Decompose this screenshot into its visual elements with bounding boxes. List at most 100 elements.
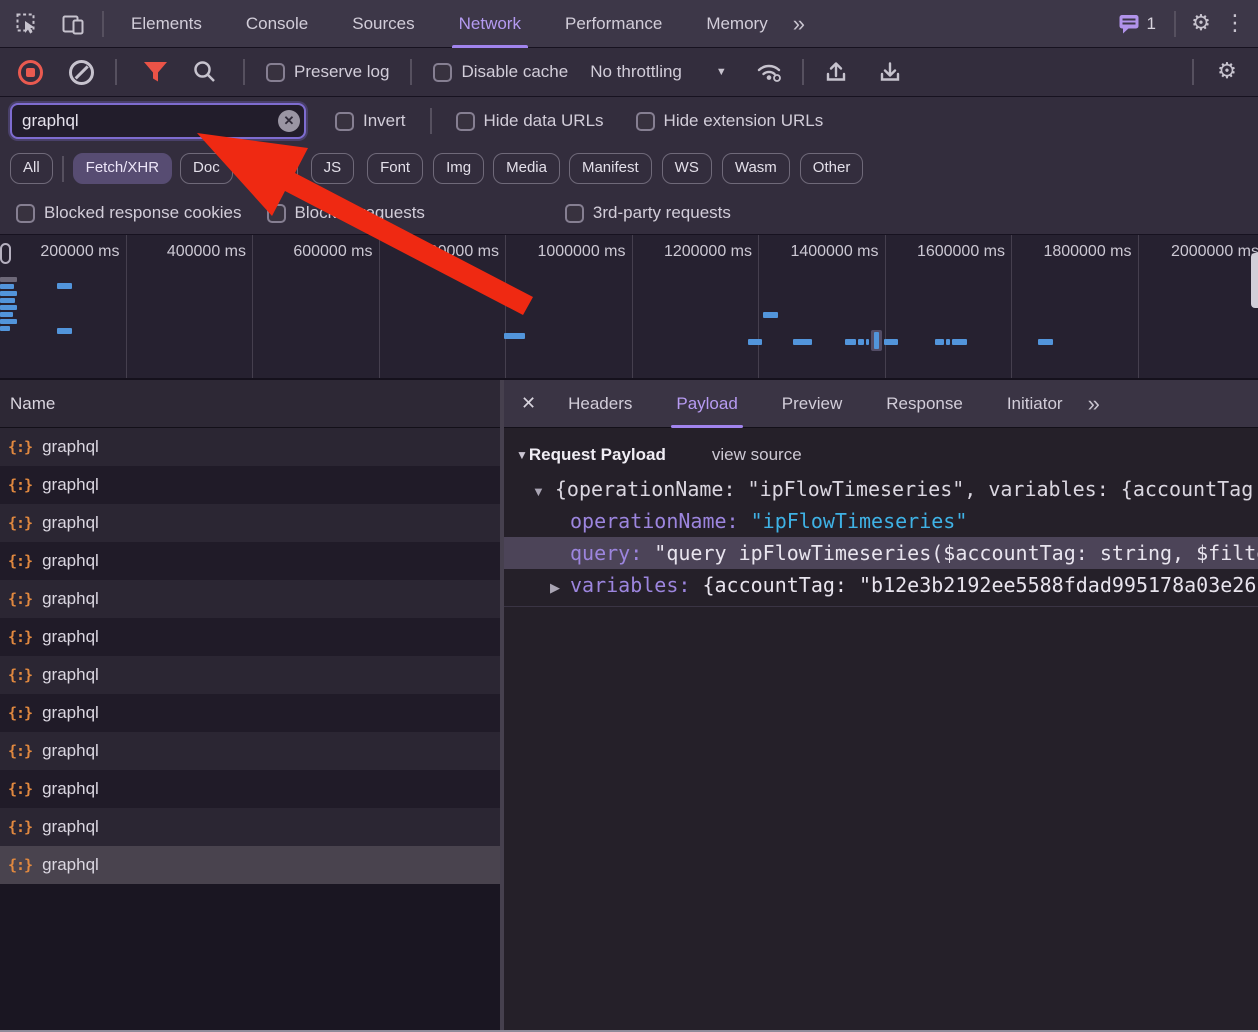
tab-headers[interactable]: Headers [553,380,647,428]
timeline-label: 1400000 ms [790,243,878,260]
request-row[interactable]: {:}graphql [0,504,500,542]
timeline-mark [763,312,778,318]
timeline-label: 600000 ms [293,243,372,260]
network-conditions-button[interactable] [753,55,787,89]
search-button[interactable] [188,55,222,89]
chip-ws[interactable]: WS [662,153,712,184]
timeline-mark [0,284,14,289]
request-row[interactable]: {:}graphql [0,618,500,656]
request-name: graphql [42,589,99,609]
request-name: graphql [42,627,99,647]
blocked-response-cookies-checkbox[interactable]: Blocked response cookies [16,203,242,223]
tab-network[interactable]: Network [444,0,536,48]
tab-elements[interactable]: Elements [116,0,217,48]
fetch-json-icon: {:} [8,704,32,722]
separator [410,59,412,85]
filter-toggle-button[interactable] [138,55,172,89]
tab-console[interactable]: Console [231,0,323,48]
separator [1192,59,1194,85]
preserve-log-checkbox[interactable]: Preserve log [266,62,389,82]
view-source-link[interactable]: view source [712,445,802,465]
timeline-column: 200000 ms [0,235,127,378]
hide-data-urls-checkbox[interactable]: Hide data URLs [456,111,604,131]
more-tabs-icon[interactable]: » [1078,391,1108,417]
throttling-dropdown[interactable]: No throttling ▼ [590,62,727,82]
timeline-left-handle[interactable] [0,243,11,264]
timeline-column: 1000000 ms [506,235,633,378]
timeline-right-handle[interactable] [1251,253,1258,308]
timeline-column: 400000 ms [127,235,254,378]
main-menu-button[interactable]: ⋮ [1218,7,1252,41]
payload-root-text: {operationName: "ipFlowTimeseries", vari… [555,477,1253,501]
request-row[interactable]: {:}graphql [0,732,500,770]
checkbox [565,204,584,223]
blocked-requests-label: Blocked requests [295,203,425,223]
invert-checkbox[interactable]: Invert [335,111,406,131]
tab-payload[interactable]: Payload [661,380,752,428]
chip-doc[interactable]: Doc [180,153,233,184]
chip-other[interactable]: Other [800,153,864,184]
request-name: graphql [42,437,99,457]
name-column-header[interactable]: Name [0,380,500,428]
tab-memory[interactable]: Memory [691,0,782,48]
timeline-label: 1600000 ms [917,243,1005,260]
payload-root-line[interactable]: ▼ {operationName: "ipFlowTimeseries", var… [504,473,1258,505]
clear-filter-button[interactable]: ✕ [278,110,300,132]
tab-response[interactable]: Response [871,380,978,428]
chip-img[interactable]: Img [433,153,484,184]
import-har-button[interactable] [819,55,853,89]
export-har-button[interactable] [873,55,907,89]
hide-extension-urls-checkbox[interactable]: Hide extension URLs [636,111,824,131]
devtools-window: Elements Console Sources Network Perform… [0,0,1258,1032]
chip-css[interactable]: CSS [241,153,298,184]
network-main-area: Name {:}graphql {:}graphql {:}graphql {:… [0,380,1258,1032]
request-row[interactable]: {:}graphql [0,580,500,618]
record-network-log-button[interactable] [18,60,43,85]
request-row[interactable]: {:}graphql [0,694,500,732]
disable-cache-checkbox[interactable]: Disable cache [433,62,568,82]
network-settings-button[interactable]: ⚙ [1210,55,1244,89]
timeline-mark [0,291,17,296]
timeline-mark [884,339,898,345]
chip-all[interactable]: All [10,153,53,184]
issues-counter[interactable]: 1 [1108,13,1166,35]
chip-wasm[interactable]: Wasm [722,153,790,184]
tab-initiator[interactable]: Initiator [992,380,1078,428]
request-name: graphql [42,551,99,571]
more-tabs-icon[interactable]: » [783,11,813,37]
request-payload-section-header[interactable]: ▼ Request Payload view source [504,428,1258,473]
settings-button[interactable]: ⚙ [1184,7,1218,41]
chip-manifest[interactable]: Manifest [569,153,652,184]
hide-extension-urls-label: Hide extension URLs [664,111,824,131]
network-overview-timeline[interactable]: 200000 ms 400000 ms 600000 ms 800000 ms … [0,235,1258,380]
timeline-mark [0,298,15,303]
request-row[interactable]: {:}graphql [0,808,500,846]
request-row-selected[interactable]: {:}graphql [0,846,500,884]
request-row[interactable]: {:}graphql [0,428,500,466]
clear-network-log-button[interactable] [69,60,94,85]
timeline-label: 2000000 ms [1171,243,1258,260]
tab-sources[interactable]: Sources [337,0,429,48]
request-name: graphql [42,817,99,837]
device-toolbar-button[interactable] [56,7,90,41]
tab-performance[interactable]: Performance [550,0,677,48]
request-row[interactable]: {:}graphql [0,542,500,580]
chip-media[interactable]: Media [493,153,560,184]
chip-fetch-xhr[interactable]: Fetch/XHR [73,153,172,184]
request-row[interactable]: {:}graphql [0,770,500,808]
payload-variables-line[interactable]: ▶variables: {accountTag: "b12e3b2192ee55… [504,569,1258,601]
close-details-button[interactable]: ✕ [504,393,553,414]
filter-input[interactable] [10,103,306,139]
inspect-element-button[interactable] [10,7,44,41]
checkbox [335,112,354,131]
payload-query-line-highlighted[interactable]: query: "query ipFlowTimeseries($accountT… [504,537,1258,569]
tab-preview[interactable]: Preview [767,380,857,428]
collapse-triangle-icon: ▼ [532,484,545,499]
blocked-requests-checkbox[interactable]: Blocked requests [267,203,425,223]
request-row[interactable]: {:}graphql [0,656,500,694]
third-party-requests-checkbox[interactable]: 3rd-party requests [565,203,731,223]
payload-view: ▼ Request Payload view source ▼ {operatio… [504,428,1258,1032]
chip-font[interactable]: Font [367,153,423,184]
chip-js[interactable]: JS [311,153,355,184]
request-row[interactable]: {:}graphql [0,466,500,504]
